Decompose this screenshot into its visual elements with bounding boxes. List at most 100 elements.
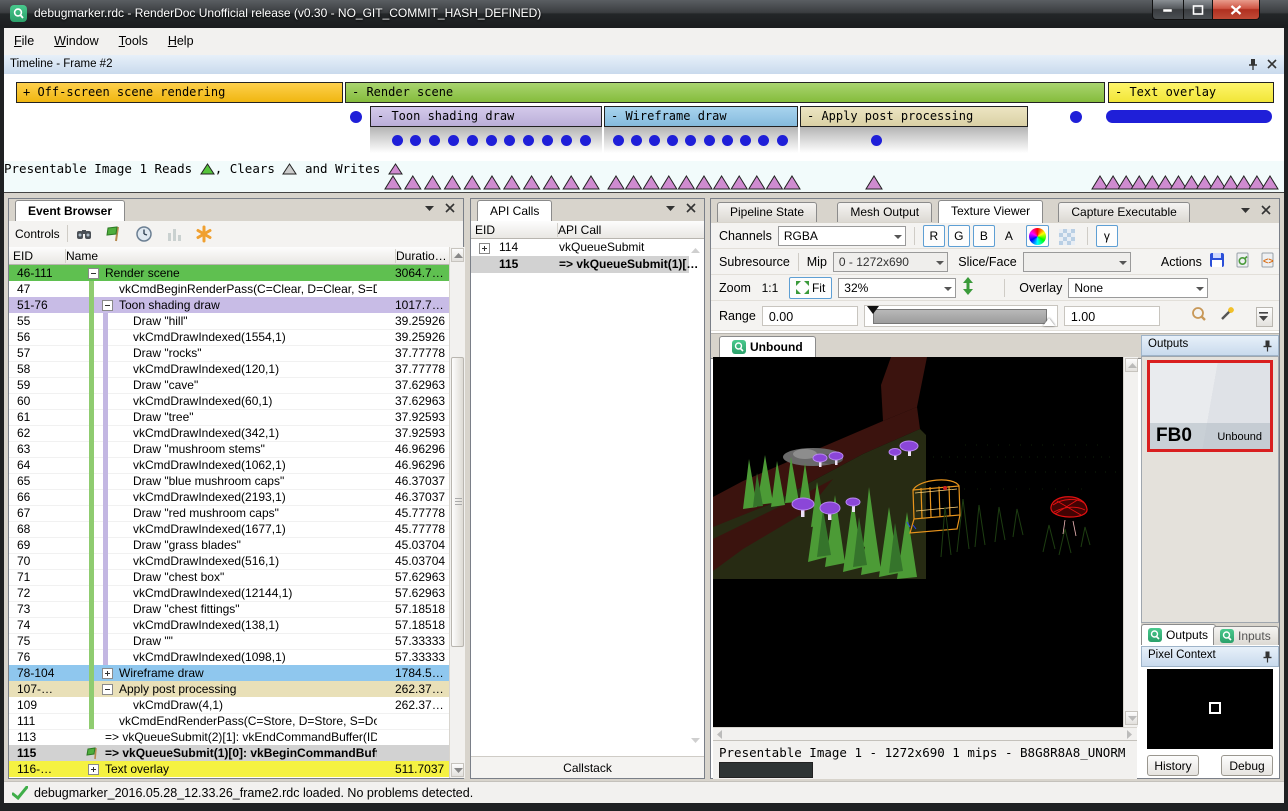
tab-capture-executable[interactable]: Capture Executable xyxy=(1058,202,1189,222)
zoom-1to1-button[interactable]: 1:1 xyxy=(757,277,783,299)
event-row-66[interactable]: 66vkCmdDrawIndexed(2193,1)46.37037 xyxy=(9,489,449,506)
texture-image[interactable] xyxy=(713,357,1123,727)
tab-inputs[interactable]: Inputs xyxy=(1213,626,1279,645)
event-row-78-104[interactable]: 78-104Wireframe draw1784.5… xyxy=(9,665,449,681)
scroll-up-icon[interactable] xyxy=(691,243,700,257)
channel-a-toggle[interactable]: A xyxy=(998,225,1020,247)
channels-dropdown[interactable]: RGBA xyxy=(778,226,906,246)
api-call-row-114[interactable]: 114vkQueueSubmit xyxy=(471,239,689,256)
event-row-111[interactable]: 111vkCmdEndRenderPass(C=Store, D=Store, … xyxy=(9,713,449,730)
timeline-bar[interactable]: - Text overlay xyxy=(1108,82,1274,103)
event-row-113[interactable]: 113=> vkQueueSubmit(2)[1]: vkEndCommandB… xyxy=(9,729,449,746)
event-row-74[interactable]: 74vkCmdDrawIndexed(138,1)57.18518 xyxy=(9,617,449,634)
time-clock-icon[interactable] xyxy=(135,225,153,243)
api-table-header[interactable]: EID API Call xyxy=(471,221,704,239)
toolbar-overflow-button[interactable] xyxy=(1256,307,1273,327)
expand-plus-icon[interactable] xyxy=(102,668,113,679)
event-row-72[interactable]: 72vkCmdDrawIndexed(12144,1)57.62963 xyxy=(9,585,449,602)
filter-star-icon[interactable] xyxy=(195,225,213,243)
channel-g-toggle[interactable]: G xyxy=(948,225,970,247)
scroll-up-icon[interactable] xyxy=(451,248,464,262)
event-row-47[interactable]: 47vkCmdBeginRenderPass(C=Clear, D=Clear,… xyxy=(9,281,449,298)
event-row-71[interactable]: 71Draw "chest box"57.62963 xyxy=(9,569,449,586)
expand-plus-icon[interactable] xyxy=(88,764,99,775)
zoom-range-icon[interactable] xyxy=(1190,305,1212,327)
minimize-button[interactable] xyxy=(1152,0,1184,20)
close-icon[interactable] xyxy=(445,203,455,216)
menu-tools[interactable]: Tools xyxy=(109,28,158,48)
close-icon[interactable] xyxy=(686,203,696,216)
timeline-bar[interactable]: - Wireframe draw xyxy=(604,106,798,127)
event-row-75[interactable]: 75Draw ""57.33333 xyxy=(9,633,449,650)
link-icon[interactable] xyxy=(1234,251,1254,273)
tab-event-browser[interactable]: Event Browser xyxy=(15,200,125,221)
event-row-73[interactable]: 73Draw "chest fittings"57.18518 xyxy=(9,601,449,618)
event-row-55[interactable]: 55Draw "hill"39.25926 xyxy=(9,313,449,330)
api-call-row-115[interactable]: 115=> vkQueueSubmit(1)[… xyxy=(471,256,689,273)
menu-help[interactable]: Help xyxy=(158,28,204,48)
menu-file[interactable]: File xyxy=(4,28,44,48)
collapse-minus-icon[interactable] xyxy=(102,300,113,311)
timeline-dock-header[interactable]: Timeline - Frame #2 xyxy=(4,55,1284,75)
event-row-51-76[interactable]: 51-76Toon shading draw1017.7… xyxy=(9,297,449,313)
scroll-down-icon[interactable] xyxy=(1125,711,1138,725)
range-black-handle[interactable] xyxy=(867,306,879,314)
scroll-thumb[interactable] xyxy=(451,357,464,647)
event-row-46-111[interactable]: 46-111Render scene3064.7… xyxy=(9,265,449,281)
event-row-64[interactable]: 64vkCmdDrawIndexed(1062,1)46.96296 xyxy=(9,457,449,474)
event-row-69[interactable]: 69Draw "grass blades"45.03704 xyxy=(9,537,449,554)
tab-mesh-output[interactable]: Mesh Output xyxy=(837,202,932,222)
tab-pipeline-state[interactable]: Pipeline State xyxy=(717,202,817,222)
chevron-down-icon[interactable] xyxy=(1241,205,1251,217)
event-row-68[interactable]: 68vkCmdDrawIndexed(1677,1)45.77778 xyxy=(9,521,449,538)
event-row-107-…[interactable]: 107-…Apply post processing262.37… xyxy=(9,681,449,697)
pin-icon[interactable] xyxy=(1262,340,1273,352)
expand-plus-icon[interactable] xyxy=(479,243,490,254)
pixel-context-header[interactable]: Pixel Context xyxy=(1141,646,1279,667)
pin-icon[interactable] xyxy=(1262,651,1273,663)
event-browser-scrollbar[interactable] xyxy=(449,247,465,778)
menu-window[interactable]: Window xyxy=(44,28,108,48)
maximize-button[interactable] xyxy=(1183,0,1213,20)
zoom-percent-combo[interactable]: 32% xyxy=(838,278,956,298)
timeline-bar[interactable]: + Off-screen scene rendering xyxy=(16,82,343,103)
fit-toggle[interactable]: Fit xyxy=(789,277,832,299)
range-max-field[interactable]: 1.00 xyxy=(1064,306,1160,326)
texture-vscrollbar[interactable] xyxy=(1123,357,1138,727)
open-code-icon[interactable]: <> xyxy=(1259,251,1279,273)
duration-chart-icon[interactable] xyxy=(165,225,183,243)
timeline-canvas[interactable]: + Off-screen scene rendering- Render sce… xyxy=(4,74,1284,163)
save-icon[interactable] xyxy=(1208,251,1228,273)
chevron-down-icon[interactable] xyxy=(425,203,435,215)
texture-hscrollbar[interactable] xyxy=(713,727,1137,741)
collapse-minus-icon[interactable] xyxy=(102,684,113,695)
event-row-63[interactable]: 63Draw "mushroom stems"46.96296 xyxy=(9,441,449,458)
event-row-56[interactable]: 56vkCmdDrawIndexed(1554,1)39.25926 xyxy=(9,329,449,346)
close-button[interactable] xyxy=(1212,0,1260,20)
timeline-bar[interactable]: - Toon shading draw xyxy=(370,106,602,127)
collapse-minus-icon[interactable] xyxy=(88,268,99,279)
overlay-dropdown[interactable]: None xyxy=(1068,278,1208,298)
scroll-down-icon[interactable] xyxy=(451,763,464,777)
event-row-76[interactable]: 76vkCmdDrawIndexed(1098,1)57.33333 xyxy=(9,649,449,666)
range-slider[interactable] xyxy=(864,305,1058,327)
close-icon[interactable] xyxy=(1261,205,1271,218)
event-row-70[interactable]: 70vkCmdDrawIndexed(516,1)45.03704 xyxy=(9,553,449,570)
event-row-62[interactable]: 62vkCmdDrawIndexed(342,1)37.92593 xyxy=(9,425,449,442)
event-row-116-…[interactable]: 116-…Text overlay511.7037 xyxy=(9,761,449,777)
slice-dropdown[interactable] xyxy=(1023,252,1131,272)
channel-r-toggle[interactable]: R xyxy=(923,225,945,247)
find-icon[interactable] xyxy=(75,225,93,243)
gamma-toggle[interactable]: γ xyxy=(1096,225,1118,247)
mip-dropdown[interactable]: 0 - 1272x690 xyxy=(833,252,948,272)
event-row-58[interactable]: 58vkCmdDrawIndexed(120,1)37.77778 xyxy=(9,361,449,378)
pin-icon[interactable] xyxy=(1247,58,1261,71)
timeline-bar[interactable]: - Apply post processing xyxy=(800,106,1028,127)
colorwheel-toggle[interactable] xyxy=(1026,225,1049,247)
outputs-dock-header[interactable]: Outputs xyxy=(1141,335,1279,356)
event-table-header[interactable]: EID Name Duratio… xyxy=(9,247,449,265)
chevron-down-icon[interactable] xyxy=(666,203,676,215)
event-row-115[interactable]: 115=> vkQueueSubmit(1)[0]: vkBeginComman… xyxy=(9,745,449,761)
debug-button[interactable]: Debug xyxy=(1221,755,1273,776)
alpha-checker-toggle[interactable] xyxy=(1055,225,1079,247)
